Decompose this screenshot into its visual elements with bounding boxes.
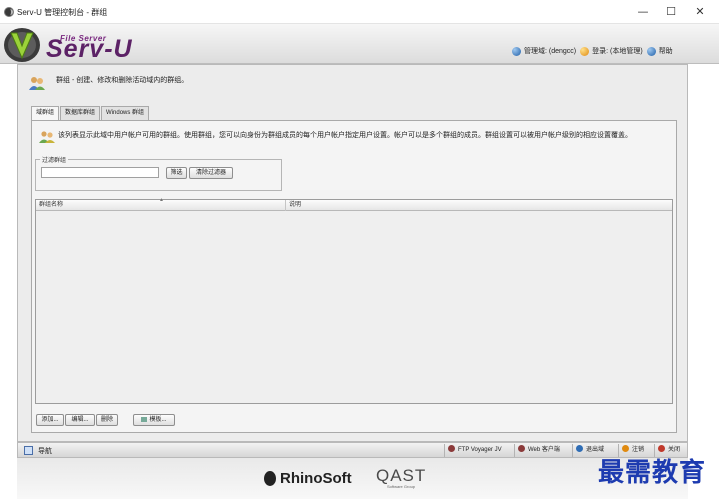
template-icon [141,417,148,422]
ftp-voyager-label: FTP Voyager JV [458,447,502,453]
info-text: 该列表显示此域中用户帐户可用的群组。使用群组，您可以向身份为群组成员的每个用户帐… [58,132,632,139]
navigation-label[interactable]: 导航 [38,446,52,456]
help-icon [646,46,656,56]
ftp-voyager-icon [448,445,455,452]
bottom-status-bar: 导航 FTP Voyager JV Web 客户端 退出域 注销 关闭 [17,442,688,458]
sort-indicator-icon: ▲ [159,197,164,203]
window-title: Serv-U 管理控制台 - 群组 [17,8,108,17]
info-groups-icon [39,131,55,143]
minimize-button[interactable]: — [629,4,657,20]
close-icon [658,445,665,452]
footer: RhinoSoft QAST Software Group [17,458,688,499]
logout-icon [622,445,629,452]
group-tabs: 域群组 数据库群组 Windows 群组 [31,106,150,121]
left-margin [0,64,17,442]
admin-domain-icon [512,46,521,56]
navigation-icon[interactable] [24,446,33,455]
delete-group-button[interactable]: 删除 [96,414,118,426]
groups-table[interactable]: 群组名称 说明 ▲ [35,197,673,404]
web-client-label: Web 客户端 [528,447,560,453]
edit-group-button[interactable]: 编辑... [65,414,95,426]
filter-groupbox: 过滤群组 筛选 清除过滤器 [35,155,282,191]
web-client-link[interactable]: Web 客户端 [514,444,560,457]
window-titlebar: Serv-U 管理控制台 - 群组 — ☐ ✕ [0,0,719,24]
tab-database-groups[interactable]: 数据库群组 [60,106,101,120]
close-window-button[interactable]: ✕ [686,4,714,20]
tab-windows-groups[interactable]: Windows 群组 [101,106,150,120]
header-links: 管理域: (dengcc) 登录: (本地管理) 帮助 [508,46,673,56]
rhinosoft-logo-icon [264,471,276,486]
logo-serv-u-text: Serv-U [46,35,133,63]
qast-subtitle: Software Group [387,484,416,489]
tab-domain-groups[interactable]: 域群组 [31,106,60,121]
serv-u-app-icon [4,7,14,17]
page-description: 群组 - 创建、修改和删除活动域内的群组。 [56,77,189,84]
admin-domain-link[interactable]: 管理域: (dengcc) [524,46,576,56]
template-button[interactable]: 模板... [133,414,175,426]
groups-icon [29,77,45,90]
rhinosoft-logo-text: RhinoSoft [280,470,352,487]
filter-legend: 过滤群组 [40,155,69,164]
serv-u-logo-icon [4,28,40,62]
main-frame: 群组 - 创建、修改和删除活动域内的群组。 域群组 数据库群组 Windows … [17,64,688,442]
qast-logo-text: QAST [376,466,427,485]
groups-panel: 该列表显示此域中用户帐户可用的群组。使用群组，您可以向身份为群组成员的每个用户帐… [31,120,677,433]
template-button-label: 模板... [149,417,167,423]
table-header: 群组名称 说明 ▲ [36,197,672,211]
filter-button[interactable]: 筛选 [166,167,187,179]
column-description[interactable]: 说明 [286,200,672,211]
maximize-button[interactable]: ☐ [657,4,685,20]
filter-input[interactable] [41,167,159,178]
login-link[interactable]: 登录: (本地管理) [592,46,643,56]
add-group-button[interactable]: 添加... [36,414,64,426]
watermark-text: 最需教育 [598,458,707,488]
ftp-voyager-link[interactable]: FTP Voyager JV [444,444,502,457]
exit-domain-icon [576,445,583,452]
login-user-icon [580,46,590,56]
header-band: File Server Serv-U 管理域: (dengcc) 登录: (本地… [0,24,719,64]
help-link[interactable]: 帮助 [659,46,673,56]
web-client-icon [518,445,525,452]
clear-filter-button[interactable]: 清除过滤器 [189,167,233,179]
